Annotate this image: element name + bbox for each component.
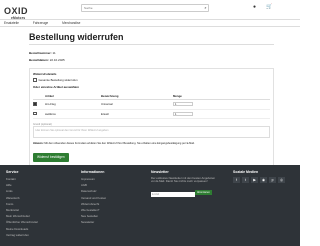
cancel-details-card: Widerrufsdetails Gesamte Bestellung wide… [29, 68, 274, 168]
order-date-label: Bestelldatum: [29, 58, 49, 62]
row-article: webEms [45, 109, 101, 119]
row-description: Universal [101, 99, 173, 110]
nav-item-merchandise[interactable]: Merchandise [62, 21, 80, 25]
footer: Service Kontakt Hilfe Links Warenkorb Ko… [0, 165, 300, 246]
hint-text: Hinweis: Mit dem Absenden dieses Formula… [33, 142, 270, 145]
nav-item-ersatzteile[interactable]: Ersatzteile [4, 21, 19, 25]
header: OXID eMotors ⌕ ● 🛒 [0, 0, 300, 20]
row-description: Ersatz [101, 109, 173, 119]
reason-textarea[interactable]: Hier können Sie optional den Grund für I… [33, 126, 270, 138]
col-article: Artikel [45, 92, 101, 100]
footer-social: Soziale Medien f t ▶ ◉ p ◎ [233, 170, 285, 183]
logo-main: OXID [4, 6, 29, 16]
select-items-heading: Oder einzelne Artikel auswählen [33, 85, 79, 89]
logo[interactable]: OXID eMotors [4, 2, 28, 20]
table-row: Hm-Fleg Universal 1 [33, 99, 270, 110]
rss-icon[interactable]: ◎ [278, 177, 285, 183]
footer-service: Service Kontakt Hilfe Links Warenkorb Ko… [6, 170, 38, 239]
page: OXID eMotors ⌕ ● 🛒 Ersatzteile Fahrzeuge… [0, 0, 300, 246]
full-cancel-option[interactable]: Gesamte Bestellung widerrufen [33, 78, 270, 82]
full-cancel-label: Gesamte Bestellung widerrufen [38, 78, 78, 82]
logo-sub: eMotors [11, 16, 26, 20]
footer-link[interactable]: Widerrufsrecht [81, 202, 106, 206]
footer-newsletter: Newsletter Der exklusive Newsletter mit … [151, 170, 219, 202]
footer-social-heading: Soziale Medien [233, 170, 259, 174]
nav-item-fahrzeuge[interactable]: Fahrzeuge [33, 21, 48, 25]
user-icon[interactable]: ● [253, 5, 256, 10]
footer-link[interactable]: Warenkorb [6, 196, 38, 200]
submit-cancel-button[interactable]: Widerruf bestätigen [33, 152, 69, 162]
footer-info: Informationen Impressum AGB Datenschutz … [81, 170, 106, 227]
newsletter-subscribe-button[interactable]: Abonnieren [195, 190, 212, 196]
newsletter-text: Der exklusive Newsletter mit den besten … [151, 176, 216, 184]
search-input[interactable] [81, 4, 209, 12]
footer-link[interactable]: Impressum [81, 177, 106, 181]
order-number-label: Bestellnummer: [29, 51, 52, 55]
order-date: Bestelldatum: 22.10.2025 [29, 58, 274, 62]
footer-link[interactable]: Wie bestellen? [81, 208, 106, 212]
col-select [33, 92, 45, 100]
page-title: Bestellung widerrufen [29, 32, 274, 45]
col-description: Bezeichnung [101, 92, 173, 100]
table-row: webEms Ersatz 1 [33, 109, 270, 119]
hint-body: Mit dem Absenden dieses Formulars erklär… [44, 142, 195, 145]
footer-link[interactable]: Meine Downloads [6, 227, 38, 231]
search-icon[interactable]: ⌕ [202, 5, 209, 11]
footer-link[interactable]: AGB [81, 183, 106, 187]
items-table: Artikel Bezeichnung Menge Hm-Fleg Univer… [33, 92, 270, 119]
cart-icon[interactable]: 🛒 [266, 5, 272, 10]
footer-link[interactable]: Öffentlicher Wunschzettel [6, 220, 38, 224]
hint-label: Hinweis: [33, 142, 44, 145]
full-cancel-checkbox[interactable] [33, 78, 37, 82]
footer-link[interactable]: Mein Wunschzettel [6, 214, 38, 218]
main-nav: Ersatzteile Fahrzeuge Merchandise [0, 19, 300, 27]
footer-link[interactable]: Links [6, 189, 38, 193]
card-heading: Widerrufsdetails [33, 72, 57, 76]
footer-link[interactable]: Merkzettel [6, 208, 38, 212]
footer-link[interactable]: Konto [6, 202, 38, 206]
order-number: Bestellnummer: 11 [29, 51, 274, 55]
facebook-icon[interactable]: f [233, 177, 240, 183]
quantity-field[interactable]: 1 [173, 102, 193, 107]
footer-link[interactable]: Newsletter [81, 220, 106, 224]
footer-link[interactable]: Hilfe [6, 183, 38, 187]
order-number-value: 11 [52, 51, 56, 55]
main-content: Bestellung widerrufen Bestellnummer: 11 … [0, 27, 300, 168]
footer-info-heading: Informationen [81, 170, 105, 174]
order-date-value: 22.10.2025 [49, 58, 65, 62]
footer-link[interactable]: Versand und Kosten [81, 196, 106, 200]
footer-newsletter-heading: Newsletter [151, 170, 169, 174]
row-checkbox[interactable] [33, 102, 37, 106]
row-article: Hm-Fleg [45, 99, 101, 110]
row-checkbox[interactable] [33, 111, 37, 115]
social-icons: f t ▶ ◉ p ◎ [233, 177, 285, 183]
footer-link[interactable]: Vertrag widerrufen [6, 233, 38, 237]
quantity-field[interactable]: 1 [173, 111, 193, 116]
footer-link[interactable]: Datenschutz [81, 189, 106, 193]
footer-link[interactable]: Kontakt [6, 177, 38, 181]
footer-link[interactable]: Neu bestellen [81, 214, 106, 218]
newsletter-email-input[interactable]: E-Mail [151, 191, 195, 197]
youtube-icon[interactable]: ▶ [251, 177, 258, 183]
instagram-icon[interactable]: ◉ [260, 177, 267, 183]
pinterest-icon[interactable]: p [269, 177, 276, 183]
col-quantity: Menge [173, 92, 270, 100]
twitter-icon[interactable]: t [242, 177, 249, 183]
footer-service-heading: Service [6, 170, 19, 174]
